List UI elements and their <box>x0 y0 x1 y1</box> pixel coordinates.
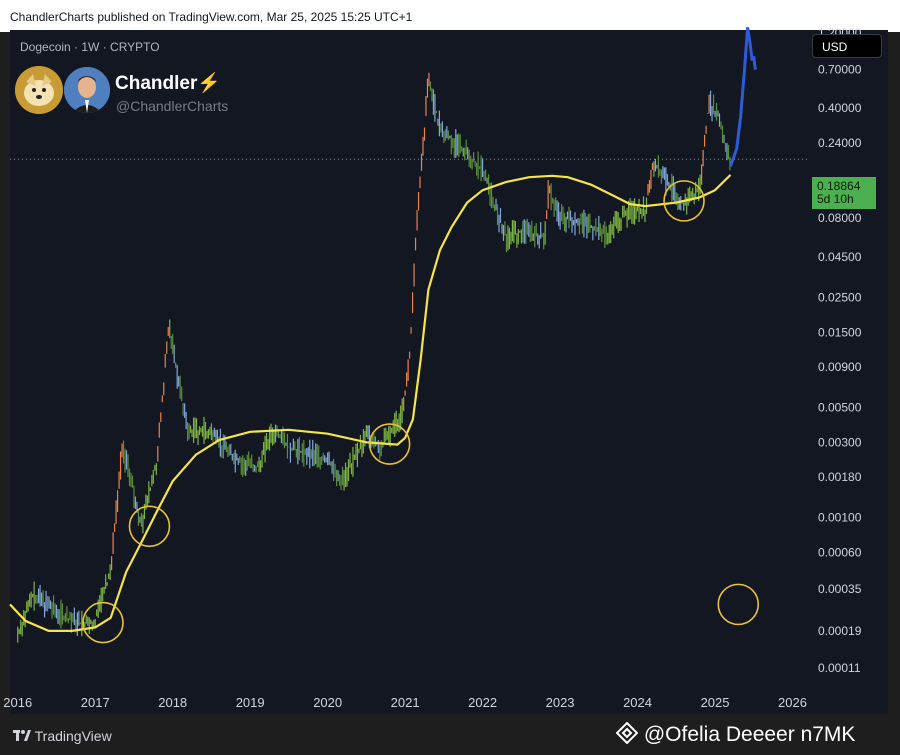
y-tick-label: 0.40000 <box>818 101 862 115</box>
author-avatar <box>63 66 111 114</box>
y-tick-label: 0.01500 <box>818 325 862 339</box>
y-tick-label: 0.00180 <box>818 470 862 484</box>
tradingview-label: TradingView <box>34 728 112 744</box>
tradingview-icon <box>13 730 31 741</box>
x-tick-label: 2018 <box>158 695 187 710</box>
highlight-circle <box>717 583 760 626</box>
y-tick-label: 0.02500 <box>818 290 862 304</box>
projection-path <box>729 27 757 167</box>
x-tick-label: 2022 <box>468 695 497 710</box>
tradingview-logo[interactable]: TradingView <box>13 728 112 744</box>
author-name[interactable]: Chandler⚡ <box>115 71 221 95</box>
y-tick-label: 0.24000 <box>818 136 862 150</box>
x-tick-label: 2020 <box>313 695 342 710</box>
y-tick-label: 0.00011 <box>818 661 861 675</box>
last-price-badge: 0.18864 5d 10h <box>812 177 876 209</box>
y-tick-label: 0.00100 <box>818 510 862 524</box>
x-tick-label: 2026 <box>778 695 807 710</box>
x-tick-label: 2023 <box>546 695 575 710</box>
y-tick-label: 0.00019 <box>818 624 862 638</box>
x-tick-label: 2021 <box>391 695 420 710</box>
y-tick-label: 0.08000 <box>818 211 862 225</box>
x-tick-label: 2025 <box>701 695 730 710</box>
y-tick-label: 0.04500 <box>818 250 862 264</box>
author-handle[interactable]: @ChandlerCharts <box>116 98 228 114</box>
y-tick-label: 0.00300 <box>818 435 862 449</box>
doge-avatar <box>15 66 63 114</box>
x-tick-label: 2017 <box>81 695 110 710</box>
y-tick-label: 0.00035 <box>818 582 862 596</box>
y-tick-label: 0.00060 <box>818 545 862 559</box>
currency-button[interactable]: USD <box>812 34 882 58</box>
watermark: @Ofelia Deeeer n7MK <box>615 721 856 747</box>
watermark-text: @Ofelia Deeeer n7MK <box>643 723 856 746</box>
binance-icon <box>615 721 639 745</box>
moving-average-line <box>9 174 732 632</box>
x-tick-label: 2016 <box>3 695 32 710</box>
x-tick-label: 2024 <box>623 695 652 710</box>
y-tick-label: 0.70000 <box>818 63 862 77</box>
y-tick-label: 0.00500 <box>818 400 862 414</box>
x-tick-label: 2019 <box>236 695 265 710</box>
y-tick-label: 0.00900 <box>818 360 862 374</box>
bar-countdown: 5d 10h <box>817 192 854 206</box>
symbol-info: Dogecoin · 1W · CRYPTO <box>20 40 160 54</box>
